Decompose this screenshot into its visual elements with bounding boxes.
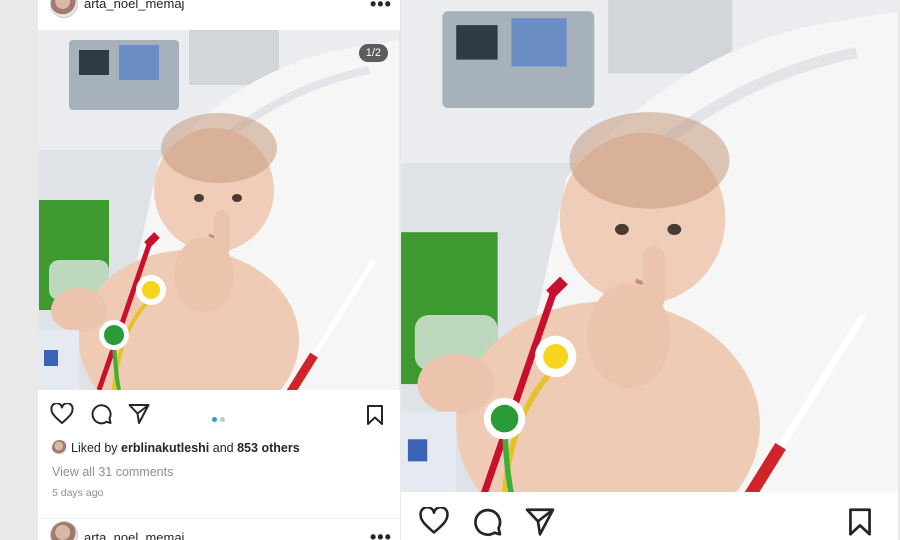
share-icon[interactable] [128, 403, 150, 425]
likes-joiner: and [212, 441, 234, 455]
slide-counter: 1/2 [358, 44, 388, 62]
comment-icon[interactable] [90, 403, 112, 425]
bookmark-icon[interactable] [847, 507, 873, 537]
action-bar [38, 395, 400, 435]
action-bar [401, 503, 898, 540]
carousel-dot [219, 417, 225, 422]
share-icon[interactable] [525, 507, 555, 537]
likes-prefix: Liked by [71, 441, 118, 455]
bookmark-icon[interactable] [366, 404, 384, 426]
more-icon[interactable]: ••• [370, 527, 392, 540]
right-post [401, 0, 898, 540]
post-header: arta_noel_memaj ••• [38, 0, 400, 30]
liker-username[interactable]: erblinakutleshi [121, 441, 209, 455]
view-comments-link[interactable]: View all 31 comments [52, 465, 173, 479]
comment-icon[interactable] [472, 507, 502, 537]
post-photo[interactable]: 1/2 [38, 30, 400, 390]
more-icon[interactable]: ••• [370, 0, 392, 15]
liker-avatar[interactable] [52, 440, 67, 455]
carousel-dot-active [211, 417, 217, 422]
heart-icon[interactable] [50, 403, 74, 425]
username[interactable]: arta_noel_memaj [84, 0, 184, 11]
carousel-indicator [210, 409, 226, 427]
next-post-header: arta_noel_memaj ••• [38, 518, 400, 540]
post-timestamp: 5 days ago [52, 487, 104, 499]
likes-count[interactable]: 853 others [237, 441, 300, 455]
left-post: arta_noel_memaj ••• 1/2 Liked by erblina… [38, 0, 400, 540]
avatar[interactable] [50, 521, 78, 540]
baby-photo-image [401, 0, 898, 492]
heart-icon[interactable] [418, 507, 450, 535]
next-username[interactable]: arta_noel_memaj [84, 530, 184, 540]
post-photo-zoomed[interactable] [401, 0, 898, 492]
avatar[interactable] [50, 0, 78, 18]
baby-photo-image [38, 30, 400, 390]
likes-line: Liked by erblinakutleshi and 853 others [52, 440, 300, 455]
